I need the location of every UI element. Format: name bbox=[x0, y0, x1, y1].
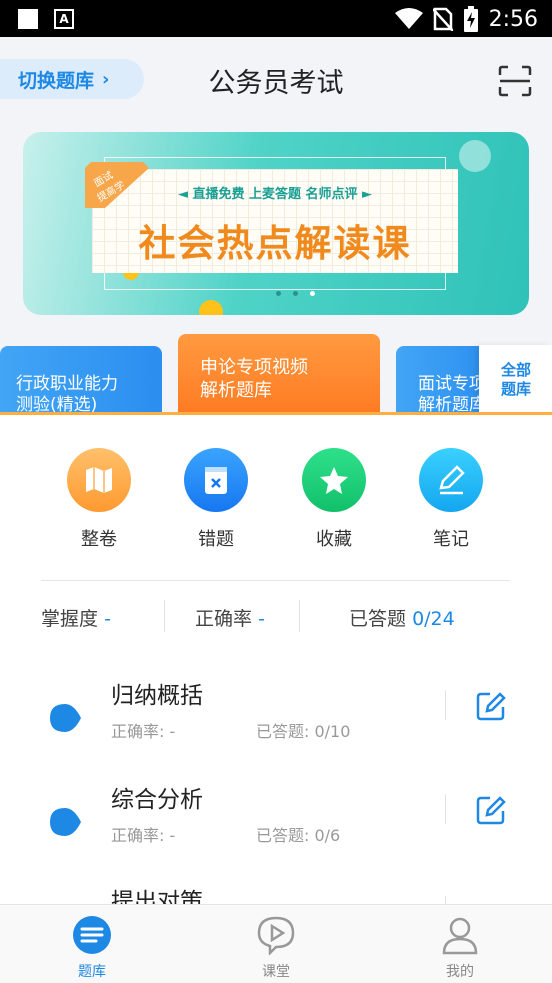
battery-charging-icon bbox=[463, 6, 478, 32]
pen-icon bbox=[419, 448, 483, 512]
quick-label: 收藏 bbox=[316, 529, 352, 550]
page-title: 公务员考试 bbox=[208, 68, 344, 99]
tab-label: 题库 bbox=[78, 964, 106, 980]
status-right: 2:56 bbox=[394, 5, 538, 33]
wrong-questions-button[interactable]: 错题 bbox=[166, 448, 266, 551]
notes-button[interactable]: 笔记 bbox=[401, 448, 501, 551]
category-underline bbox=[0, 412, 552, 415]
category-line1: 行政职业能力 bbox=[16, 374, 118, 394]
topic-answered: 已答题: 0/10 bbox=[256, 722, 351, 741]
no-sim-icon bbox=[432, 7, 453, 31]
accuracy-value: - bbox=[258, 608, 265, 630]
accuracy-label: 正确率 bbox=[195, 608, 253, 630]
row-separator bbox=[445, 794, 446, 824]
quick-actions: 整卷 错题 收藏 笔记 bbox=[0, 448, 552, 558]
category-line1: 申论专项视频 bbox=[200, 357, 308, 378]
carousel-dot[interactable] bbox=[293, 291, 298, 296]
status-bar: A 2:56 bbox=[0, 0, 552, 37]
quick-label: 笔记 bbox=[433, 529, 469, 550]
edit-icon[interactable] bbox=[475, 794, 507, 826]
tab-question-bank[interactable]: 题库 bbox=[52, 915, 132, 981]
clock: 2:56 bbox=[488, 6, 538, 32]
promo-banner[interactable]: ◄ 直播免费 上麦答题 名师点评 ► 社会热点解读课 面试 提高学 bbox=[23, 132, 529, 315]
scan-icon[interactable] bbox=[498, 65, 532, 97]
mastery-value: - bbox=[104, 608, 111, 630]
topic-row[interactable]: 综合分析 正确率: - 已答题: 0/6 bbox=[0, 780, 552, 870]
tab-label: 课堂 bbox=[262, 964, 290, 980]
topic-name: 综合分析 bbox=[111, 787, 203, 813]
category-shenlun[interactable]: 申论专项视频 解析题库 bbox=[178, 334, 380, 414]
play-chat-icon bbox=[256, 915, 296, 957]
answered-stat: 已答题 0/24 bbox=[349, 604, 455, 631]
banner-section: ◄ 直播免费 上麦答题 名师点评 ► 社会热点解读课 面试 提高学 bbox=[0, 123, 552, 336]
stat-separator bbox=[299, 600, 300, 632]
category-line2: 解析题库 bbox=[200, 380, 272, 401]
favorites-button[interactable]: 收藏 bbox=[284, 448, 384, 551]
category-xingce[interactable]: 行政职业能力 测验(精选) bbox=[0, 346, 162, 415]
answered-label: 已答题 bbox=[349, 608, 407, 630]
decor-circle bbox=[459, 140, 491, 172]
square-icon bbox=[18, 9, 38, 29]
map-icon bbox=[67, 448, 131, 512]
question-bank-icon bbox=[72, 915, 112, 955]
carousel-dots bbox=[276, 291, 315, 296]
topic-accuracy: 正确率: - bbox=[111, 826, 176, 845]
all-banks-line1: 全部 bbox=[501, 361, 532, 379]
topic-row[interactable]: 归纳概括 正确率: - 已答题: 0/10 bbox=[0, 676, 552, 766]
quick-label: 整卷 bbox=[81, 529, 117, 550]
row-separator bbox=[445, 690, 446, 720]
ribbon-badge: 面试 提高学 bbox=[85, 162, 149, 208]
banner-headline: 社会热点解读课 bbox=[138, 222, 412, 265]
tab-classroom[interactable]: 课堂 bbox=[236, 915, 316, 981]
edit-icon[interactable] bbox=[475, 690, 507, 722]
stat-separator bbox=[164, 600, 165, 632]
bottom-tab-bar: 题库 课堂 我的 bbox=[0, 904, 552, 983]
divider bbox=[41, 580, 510, 581]
mastery-stat: 掌握度 - bbox=[41, 604, 111, 631]
tab-label: 我的 bbox=[446, 964, 474, 980]
wifi-icon bbox=[394, 8, 423, 29]
carousel-dot-active[interactable] bbox=[310, 291, 315, 296]
topic-answered: 已答题: 0/6 bbox=[256, 826, 341, 845]
accuracy-stat: 正确率 - bbox=[195, 604, 265, 631]
decor-dot bbox=[199, 300, 223, 315]
a-icon: A bbox=[54, 9, 74, 29]
topic-bullet-icon bbox=[50, 808, 81, 836]
full-paper-button[interactable]: 整卷 bbox=[49, 448, 149, 551]
stats-row: 掌握度 - 正确率 - 已答题 0/24 bbox=[0, 600, 552, 636]
topic-name: 归纳概括 bbox=[111, 683, 203, 709]
app-screen: A 2:56 切换题库 › 公务员考试 ◄ 直播免费 上麦答题 名师点评 ► 社… bbox=[0, 0, 552, 983]
topic-bullet-icon bbox=[50, 704, 81, 732]
category-tabs: 行政职业能力 测验(精选) 申论专项视频 解析题库 面试专项 解析题库 bbox=[0, 334, 552, 415]
wrong-book-icon bbox=[184, 448, 248, 512]
carousel-dot[interactable] bbox=[276, 291, 281, 296]
answered-value: 0/24 bbox=[412, 608, 455, 630]
tab-mine[interactable]: 我的 bbox=[420, 915, 500, 981]
quick-label: 错题 bbox=[198, 529, 234, 550]
topic-accuracy: 正确率: - bbox=[111, 722, 176, 741]
user-icon bbox=[440, 915, 480, 955]
header: 切换题库 › 公务员考试 bbox=[0, 37, 552, 123]
mastery-label: 掌握度 bbox=[41, 608, 99, 630]
all-banks-line2: 题库 bbox=[501, 380, 532, 398]
star-icon bbox=[302, 448, 366, 512]
all-banks-button[interactable]: 全部 题库 bbox=[479, 345, 552, 413]
